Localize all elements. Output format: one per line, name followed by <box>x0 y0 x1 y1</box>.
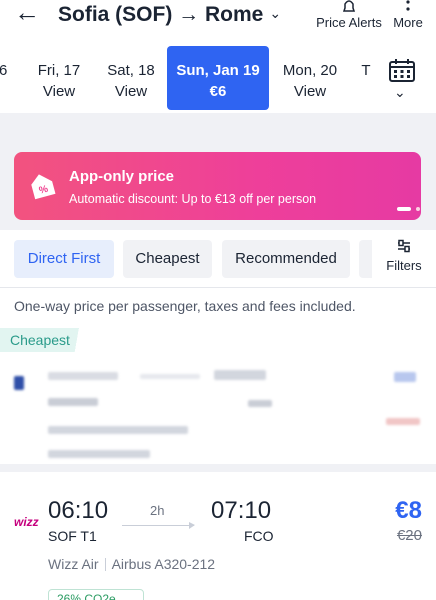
route-title[interactable]: Sofia (SOF) → Rome ⌄ <box>58 0 281 28</box>
date-price: View <box>114 83 148 100</box>
bell-icon <box>312 0 386 15</box>
calendar-icon <box>389 59 415 82</box>
filters-button[interactable]: Filters <box>372 238 436 280</box>
date-item[interactable]: 16 <box>0 46 16 110</box>
chip-direct-first[interactable]: Direct First <box>14 240 114 278</box>
depart-airport: SOF T1 <box>48 528 97 544</box>
date-label: Sat, 18 <box>107 62 155 79</box>
chevron-down-icon: ⌄ <box>269 5 282 21</box>
date-label: T <box>361 62 371 79</box>
date-label: 16 <box>0 62 8 79</box>
arrive-airport: FCO <box>244 528 274 544</box>
date-item-selected[interactable]: Sun, Jan 19 €6 <box>167 46 269 110</box>
price-alerts-label: Price Alerts <box>316 15 382 30</box>
more-button[interactable]: More <box>386 0 430 31</box>
date-label: Fri, 17 <box>37 62 81 79</box>
price-alerts-button[interactable]: Price Alerts <box>312 0 386 31</box>
banner-subtitle: Automatic discount: Up to €13 off per pe… <box>69 192 317 206</box>
more-vertical-icon <box>386 0 430 15</box>
back-arrow-icon[interactable]: ← <box>14 0 44 28</box>
flight-meta: Wizz Air Airbus A320-212 <box>48 556 215 572</box>
duration: 2h <box>150 503 165 518</box>
date-item[interactable]: Sat, 18 View <box>96 46 166 110</box>
date-strip: 16 Fri, 17 View Sat, 18 View Sun, Jan 19… <box>0 44 436 112</box>
header-bar: ← Sofia (SOF) → Rome ⌄ Price Alerts More <box>0 0 436 38</box>
flight-card[interactable]: wizz 06:10 2h 07:10 SOF T1 FCO €8 €20 Wi… <box>0 481 436 600</box>
chip-recommended[interactable]: Recommended <box>222 240 350 278</box>
airline-name: Wizz Air <box>48 556 99 572</box>
flight-card-obscured[interactable] <box>0 352 436 472</box>
airline-logo: wizz <box>14 515 39 529</box>
app-only-price-banner[interactable]: % App-only price Automatic discount: Up … <box>14 152 421 220</box>
route-line <box>122 522 195 529</box>
arrive-time: 07:10 <box>211 497 272 524</box>
date-price: €6 <box>209 83 227 100</box>
co2-badge: 26% CO2e <box>48 589 144 600</box>
filters-label: Filters <box>386 258 422 273</box>
aircraft-type: Airbus A320-212 <box>111 556 216 572</box>
calendar-button[interactable]: ⌄ <box>382 58 422 100</box>
banner-title: App-only price <box>69 168 175 185</box>
price: €8 <box>395 497 422 524</box>
date-label: Sun, Jan 19 <box>176 62 260 79</box>
sliders-icon <box>372 238 436 258</box>
price-note: One-way price per passenger, taxes and f… <box>14 298 356 314</box>
discount-tag-icon: % <box>31 174 56 200</box>
chevron-down-icon: ⌄ <box>394 84 406 100</box>
date-item[interactable]: Fri, 17 View <box>24 46 94 110</box>
sort-filter-bar: Direct First Cheapest Recommended Filter… <box>0 230 436 288</box>
more-label: More <box>393 15 423 30</box>
date-item[interactable]: T <box>356 46 376 110</box>
date-price: View <box>42 83 76 100</box>
depart-time: 06:10 <box>48 497 109 524</box>
old-price: €20 <box>396 527 422 544</box>
chip-cheapest[interactable]: Cheapest <box>123 240 212 278</box>
cheapest-badge: Cheapest <box>0 328 92 352</box>
date-item[interactable]: Mon, 20 View <box>275 46 345 110</box>
date-label: Mon, 20 <box>282 62 338 79</box>
date-price: View <box>293 83 327 100</box>
